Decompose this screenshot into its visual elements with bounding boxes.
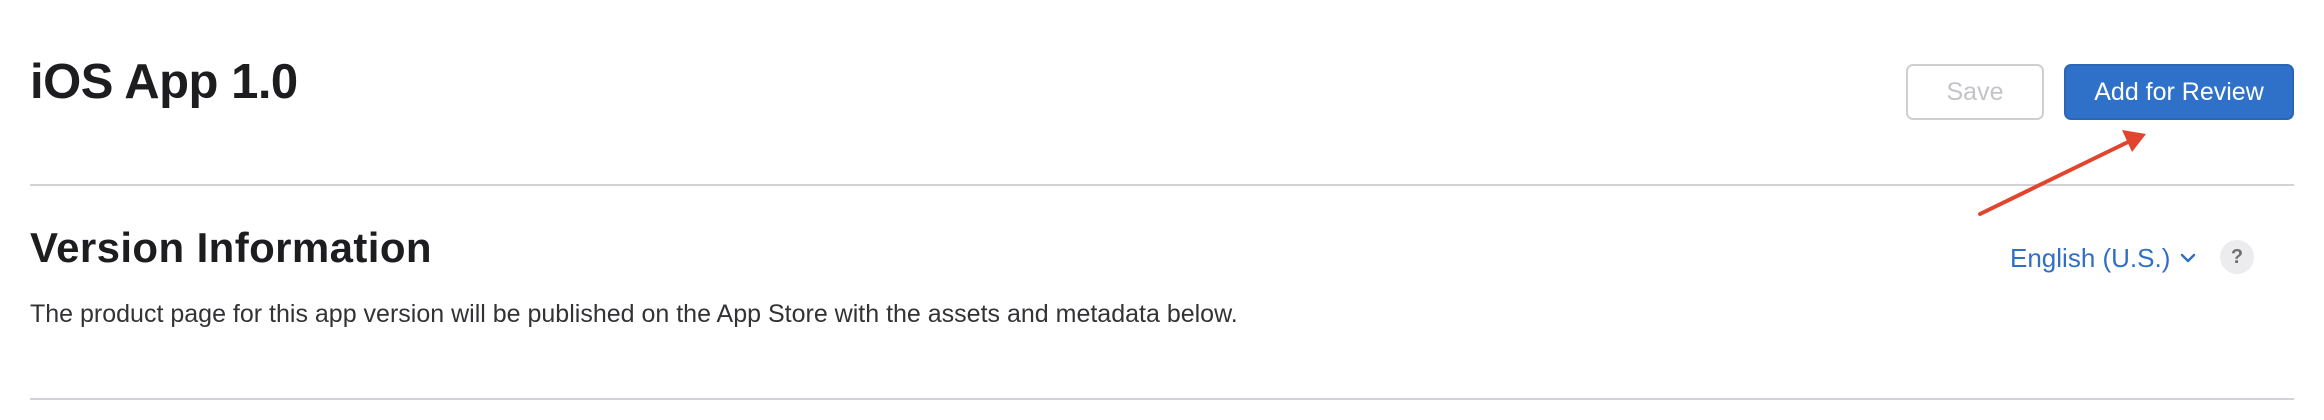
header-divider — [30, 184, 2294, 186]
page-title: iOS App 1.0 — [30, 55, 298, 109]
save-button[interactable]: Save — [1906, 64, 2044, 120]
language-dropdown[interactable]: English (U.S.) — [2010, 240, 2196, 276]
annotation-arrow-icon — [1978, 130, 2146, 216]
section-title: Version Information — [30, 224, 432, 271]
chevron-down-icon — [2180, 253, 2196, 263]
language-label: English (U.S.) — [2010, 242, 2171, 273]
section-description: The product page for this app version wi… — [30, 300, 1238, 328]
section-divider — [30, 398, 2294, 400]
add-for-review-button[interactable]: Add for Review — [2064, 64, 2294, 120]
help-icon: ? — [2230, 245, 2244, 268]
help-button[interactable]: ? — [2220, 240, 2254, 274]
